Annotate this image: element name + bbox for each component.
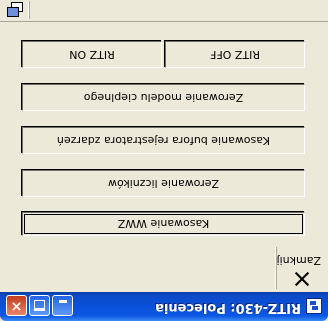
commands-panel: Kasowanie WWZ Zerowanie liczników Kasowa… xyxy=(3,22,325,245)
close-x-icon xyxy=(294,271,310,287)
command-bar: Zamknij xyxy=(3,244,325,291)
window-list-icon[interactable] xyxy=(7,2,25,18)
ritz-on-button[interactable]: RITZ ON xyxy=(22,41,162,68)
close-command-button[interactable]: Zamknij xyxy=(276,249,321,289)
command-separator xyxy=(276,247,277,289)
minimize-icon xyxy=(59,300,67,303)
maximize-icon xyxy=(34,300,45,311)
window-title: RITZ-430: Polecenia xyxy=(155,300,301,315)
close-window-button[interactable]: × xyxy=(6,295,27,316)
zero-counters-button[interactable]: Zerowanie liczników xyxy=(22,170,305,197)
maximize-button[interactable] xyxy=(29,295,50,316)
ritz-off-button[interactable]: RITZ OFF xyxy=(165,41,305,68)
clear-event-buffer-button[interactable]: Kasowanie bufora rejestratora zdarzeń xyxy=(22,127,305,154)
title-bar[interactable]: RITZ-430: Polecenia × xyxy=(0,292,328,321)
app-window-icon[interactable] xyxy=(306,298,322,314)
close-icon: × xyxy=(10,298,23,314)
close-command-label: Zamknij xyxy=(276,254,321,267)
toolbar-separator xyxy=(29,1,30,19)
zero-heat-model-button[interactable]: Zerowanie modelu cieplnego xyxy=(22,84,305,111)
ritz-commands-window: RITZ-430: Polecenia × Zamknij Kasowanie … xyxy=(0,0,328,321)
clear-wwz-button[interactable]: Kasowanie WWZ xyxy=(22,212,305,236)
minimize-button[interactable] xyxy=(52,295,73,316)
top-toolbar xyxy=(0,0,328,22)
